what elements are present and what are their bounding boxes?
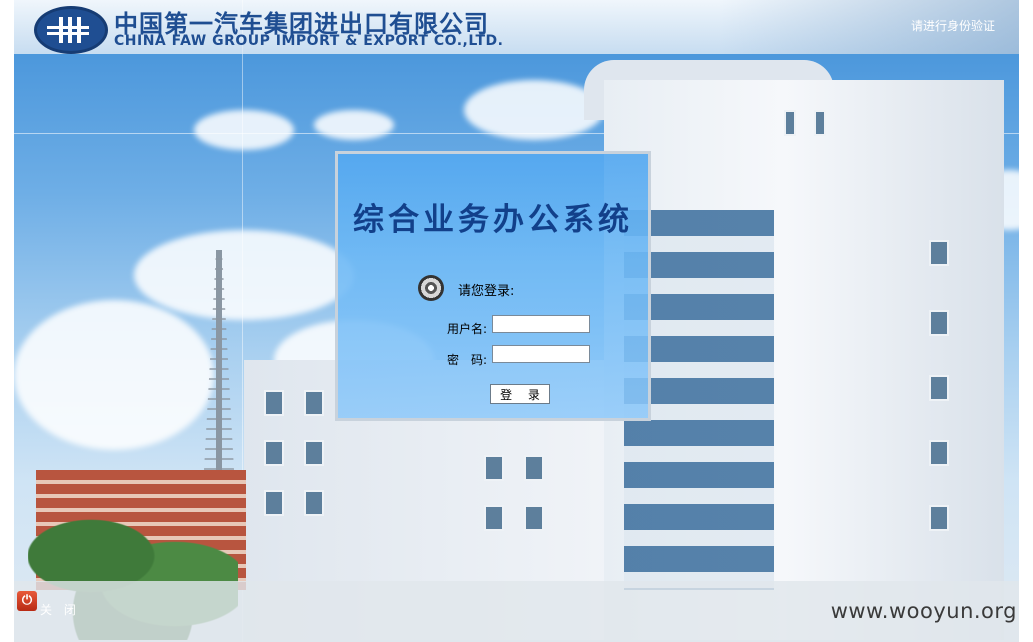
- password-input[interactable]: [492, 345, 590, 363]
- header-bar: 中国第一汽车集团进出口有限公司 CHINA FAW GROUP IMPORT &…: [14, 0, 1019, 54]
- username-input[interactable]: [492, 315, 590, 333]
- system-title: 综合业务办公系统: [353, 202, 633, 238]
- close-link[interactable]: 关 闭: [40, 601, 80, 618]
- footer-bar: ⏻ 关 闭 www.wooyun.org: [14, 581, 1019, 642]
- verify-identity-text: 请进行身份验证: [910, 19, 995, 33]
- company-name-en: CHINA FAW GROUP IMPORT & EXPORT CO.,LTD.: [114, 33, 504, 49]
- login-prompt: 请您登录:: [458, 284, 515, 299]
- faw-logo-icon: [34, 6, 108, 54]
- disc-icon: [418, 275, 444, 301]
- watermark-text: www.wooyun.org: [830, 599, 1017, 623]
- login-button[interactable]: 登 录: [490, 384, 550, 404]
- password-label: 密 码:: [446, 353, 487, 367]
- power-icon[interactable]: ⏻: [17, 591, 37, 611]
- username-label: 用户名:: [446, 322, 487, 336]
- login-panel: 综合业务办公系统 请您登录: 用户名: 密 码: 登 录: [335, 151, 651, 421]
